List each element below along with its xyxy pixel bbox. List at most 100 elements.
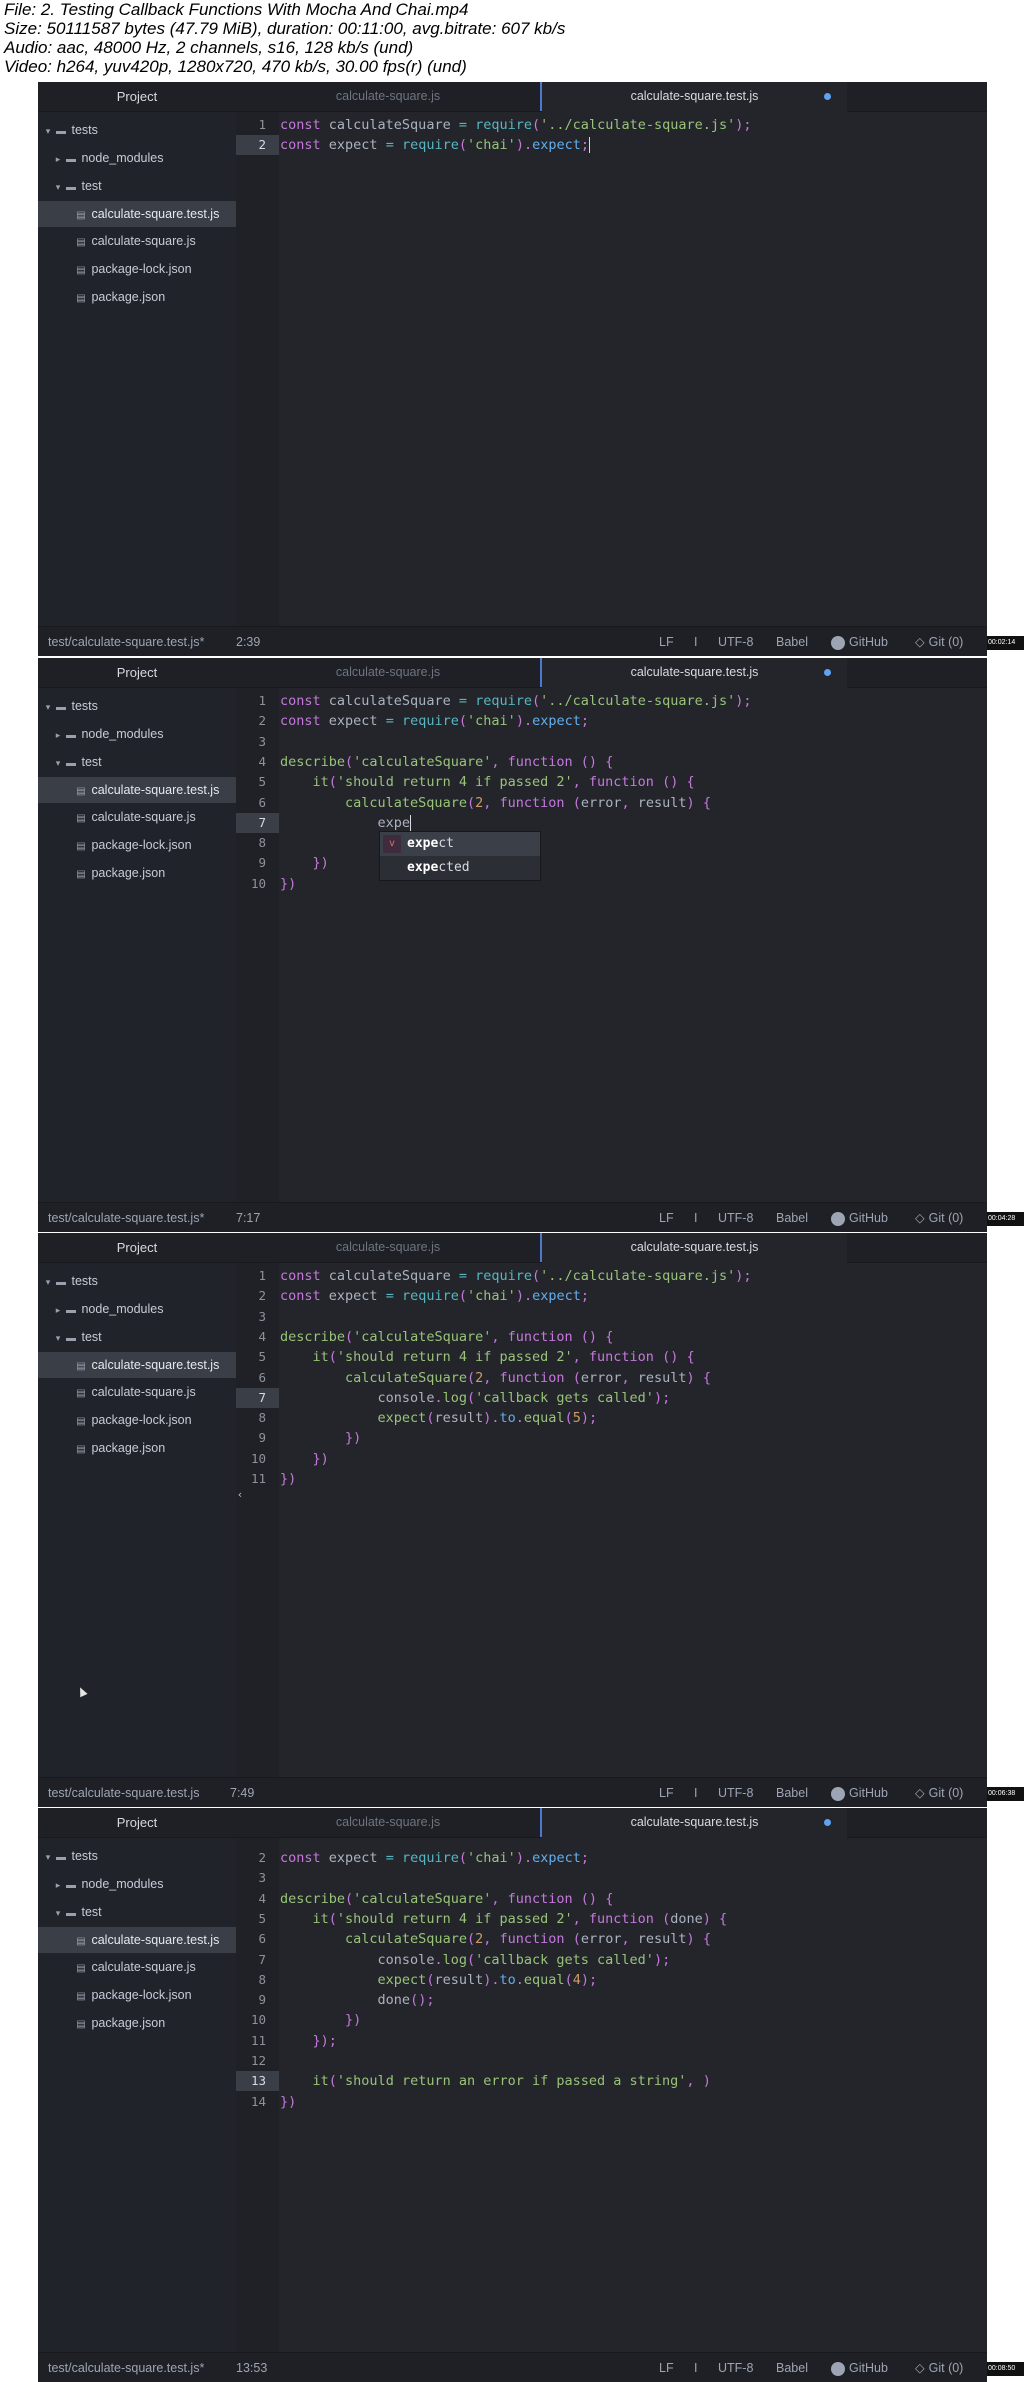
status-github[interactable]: GitHub: [831, 1203, 888, 1232]
status-cursor-position[interactable]: 13:53: [236, 2353, 267, 2382]
status-file-path[interactable]: test/calculate-square.test.js*: [48, 627, 204, 656]
status-grammar[interactable]: Babel: [776, 627, 808, 656]
chevron-right-icon[interactable]: ▸: [52, 722, 64, 748]
code-line[interactable]: });: [280, 2031, 337, 2051]
tab-calculate-square-test-js[interactable]: calculate-square.test.js: [542, 658, 847, 688]
status-github[interactable]: GitHub: [831, 627, 888, 656]
tree-item-package-lock-json[interactable]: ▤ package-lock.json: [38, 256, 236, 282]
tree-item-tests[interactable]: ▾ ▬ tests: [38, 1268, 236, 1294]
tab-calculate-square-test-js[interactable]: calculate-square.test.js: [542, 1808, 847, 1838]
code-line[interactable]: const expect = require('chai').expect;: [280, 135, 590, 155]
modified-dot-icon[interactable]: [824, 1819, 831, 1826]
code-line[interactable]: calculateSquare(2, function (error, resu…: [280, 1929, 711, 1949]
tree-item-node-modules[interactable]: ▸ ▬ node_modules: [38, 721, 236, 747]
status-line-ending[interactable]: LF: [659, 1778, 674, 1807]
autocomplete-popup[interactable]: v expect expected: [379, 831, 541, 882]
tree-item-package-lock-json[interactable]: ▤ package-lock.json: [38, 1407, 236, 1433]
status-git[interactable]: ◇ Git (0): [915, 1778, 963, 1807]
code-line[interactable]: const expect = require('chai').expect;: [280, 1848, 589, 1868]
code-line[interactable]: describe('calculateSquare', function () …: [280, 1327, 613, 1347]
chevron-down-icon[interactable]: ▾: [42, 1269, 54, 1295]
tree-item-calculate-square-test-js[interactable]: ▤ calculate-square.test.js: [38, 1927, 236, 1953]
collapse-sidebar-icon[interactable]: ‹: [234, 1485, 246, 1505]
code-line[interactable]: }): [280, 2010, 361, 2030]
chevron-down-icon[interactable]: ▾: [52, 750, 64, 776]
status-file-path[interactable]: test/calculate-square.test.js*: [48, 1203, 204, 1232]
status-git[interactable]: ◇ Git (0): [915, 1203, 963, 1232]
tree-item-calculate-square-test-js[interactable]: ▤ calculate-square.test.js: [38, 201, 236, 227]
tree-item-calculate-square-test-js[interactable]: ▤ calculate-square.test.js: [38, 1352, 236, 1378]
code-line[interactable]: calculateSquare(2, function (error, resu…: [280, 1368, 711, 1388]
tree-item-test[interactable]: ▾ ▬ test: [38, 1899, 236, 1925]
status-encoding[interactable]: UTF-8: [718, 627, 753, 656]
status-grammar[interactable]: Babel: [776, 1203, 808, 1232]
tab-calculate-square-js[interactable]: calculate-square.js: [236, 1808, 540, 1837]
code-line[interactable]: describe('calculateSquare', function () …: [280, 752, 613, 772]
tree-item-test[interactable]: ▾ ▬ test: [38, 749, 236, 775]
tree-item-package-lock-json[interactable]: ▤ package-lock.json: [38, 1982, 236, 2008]
code-line[interactable]: console.log('callback gets called');: [280, 1388, 671, 1408]
autocomplete-item[interactable]: v expect: [380, 832, 540, 857]
modified-dot-icon[interactable]: [824, 93, 831, 100]
project-panel-title[interactable]: Project: [38, 1233, 236, 1262]
tree-item-tests[interactable]: ▾ ▬ tests: [38, 1843, 236, 1869]
code-line[interactable]: }): [280, 2092, 296, 2112]
code-line[interactable]: const calculateSquare = require('../calc…: [280, 1266, 752, 1286]
code-line[interactable]: describe('calculateSquare', function () …: [280, 1889, 613, 1909]
chevron-down-icon[interactable]: ▾: [52, 1900, 64, 1926]
chevron-down-icon[interactable]: ▾: [42, 1844, 54, 1870]
tab-calculate-square-test-js[interactable]: calculate-square.test.js: [542, 1233, 847, 1263]
chevron-right-icon[interactable]: ▸: [52, 1297, 64, 1323]
status-cursor-position[interactable]: 7:49: [230, 1778, 254, 1807]
tab-calculate-square-test-js[interactable]: calculate-square.test.js: [542, 82, 847, 112]
status-github[interactable]: GitHub: [831, 1778, 888, 1807]
code-line[interactable]: }): [280, 874, 296, 894]
chevron-down-icon[interactable]: ▾: [42, 694, 54, 720]
tree-item-node-modules[interactable]: ▸ ▬ node_modules: [38, 145, 236, 171]
tree-item-package-json[interactable]: ▤ package.json: [38, 284, 236, 310]
tree-item-test[interactable]: ▾ ▬ test: [38, 173, 236, 199]
tab-calculate-square-js[interactable]: calculate-square.js: [236, 82, 540, 111]
project-panel-title[interactable]: Project: [38, 658, 236, 687]
autocomplete-item[interactable]: expected: [380, 856, 540, 880]
code-line[interactable]: console.log('callback gets called');: [280, 1950, 671, 1970]
code-line[interactable]: done();: [280, 1990, 435, 2010]
chevron-right-icon[interactable]: ▸: [52, 1872, 64, 1898]
status-github[interactable]: GitHub: [831, 2353, 888, 2382]
status-grammar[interactable]: Babel: [776, 2353, 808, 2382]
code-line[interactable]: const expect = require('chai').expect;: [280, 1286, 589, 1306]
status-line-ending[interactable]: LF: [659, 1203, 674, 1232]
project-panel-title[interactable]: Project: [38, 82, 236, 111]
code-line[interactable]: }): [280, 1428, 361, 1448]
tab-calculate-square-js[interactable]: calculate-square.js: [236, 658, 540, 687]
code-line[interactable]: }): [280, 1469, 296, 1489]
status-line-ending[interactable]: LF: [659, 627, 674, 656]
code-line[interactable]: it('should return an error if passed a s…: [280, 2071, 711, 2091]
status-encoding[interactable]: UTF-8: [718, 1203, 753, 1232]
modified-dot-icon[interactable]: [824, 669, 831, 676]
code-line[interactable]: }): [280, 853, 329, 873]
chevron-down-icon[interactable]: ▾: [42, 118, 54, 144]
code-line[interactable]: expect(result).to.equal(4);: [280, 1970, 598, 1990]
code-line[interactable]: it('should return 4 if passed 2', functi…: [280, 1909, 728, 1929]
project-panel-title[interactable]: Project: [38, 1808, 236, 1837]
tree-item-package-lock-json[interactable]: ▤ package-lock.json: [38, 832, 236, 858]
status-line-ending[interactable]: LF: [659, 2353, 674, 2382]
chevron-down-icon[interactable]: ▾: [52, 1325, 64, 1351]
code-line[interactable]: calculateSquare(2, function (error, resu…: [280, 793, 711, 813]
status-file-path[interactable]: test/calculate-square.test.js: [48, 1778, 199, 1807]
tree-item-package-json[interactable]: ▤ package.json: [38, 1435, 236, 1461]
chevron-down-icon[interactable]: ▾: [52, 174, 64, 200]
tree-item-test[interactable]: ▾ ▬ test: [38, 1324, 236, 1350]
tree-item-package-json[interactable]: ▤ package.json: [38, 2010, 236, 2036]
tree-item-calculate-square-js[interactable]: ▤ calculate-square.js: [38, 1379, 236, 1405]
tree-item-package-json[interactable]: ▤ package.json: [38, 860, 236, 886]
code-line[interactable]: it('should return 4 if passed 2', functi…: [280, 1347, 695, 1367]
tree-item-calculate-square-js[interactable]: ▤ calculate-square.js: [38, 228, 236, 254]
status-git[interactable]: ◇ Git (0): [915, 2353, 963, 2382]
code-line[interactable]: expe: [280, 813, 412, 833]
tree-item-calculate-square-js[interactable]: ▤ calculate-square.js: [38, 804, 236, 830]
tree-item-node-modules[interactable]: ▸ ▬ node_modules: [38, 1871, 236, 1897]
status-encoding[interactable]: UTF-8: [718, 1778, 753, 1807]
tree-item-node-modules[interactable]: ▸ ▬ node_modules: [38, 1296, 236, 1322]
